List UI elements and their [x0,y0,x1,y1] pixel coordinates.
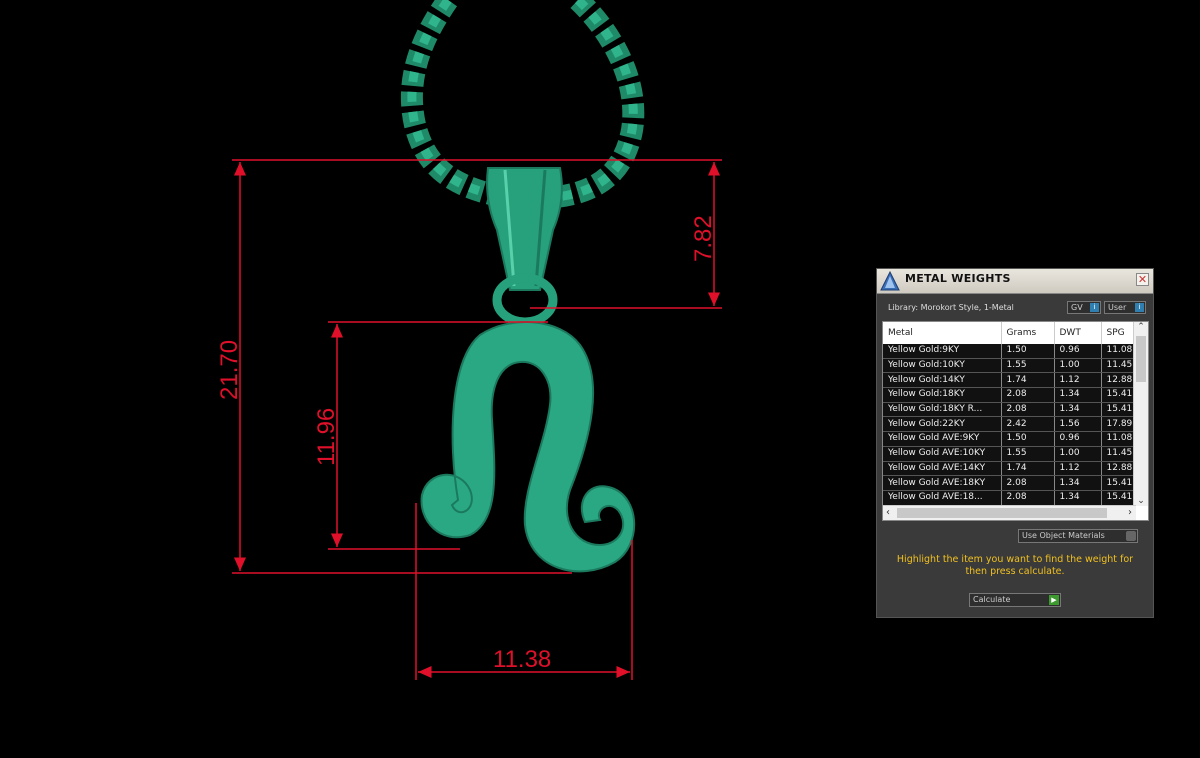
table-cell: 1.12 [1054,372,1102,389]
table-cell: 15.41 [1101,490,1135,506]
scroll-left-icon[interactable]: ‹ [886,506,890,519]
user-toggle[interactable]: User i [1104,301,1146,314]
table-cell: Yellow Gold AVE:9KY [883,431,1002,447]
table-row[interactable]: Yellow Gold:18KY R... 2.08 1.34 15.41 [883,402,1135,418]
table-row[interactable]: Yellow Gold:22KY 2.42 1.56 17.89 [883,416,1135,433]
metal-weights-panel: METAL WEIGHTS ✕ Library: Morokort Style,… [876,268,1154,618]
horizontal-scrollbar[interactable]: ‹ › [883,505,1136,520]
table-row[interactable]: Yellow Gold:9KY 1.50 0.96 11.08 [883,344,1135,359]
use-object-materials-label: Use Object Materials [1022,531,1105,540]
info-icon: i [1090,303,1099,312]
table-row[interactable]: Yellow Gold AVE:9KY 1.50 0.96 11.08 [883,431,1135,447]
table-cell: Yellow Gold AVE:10KY [883,446,1002,462]
leo-pendant [420,321,636,573]
table-cell: 0.96 [1054,344,1102,359]
table-cell: 12.88 [1101,461,1135,477]
column-header[interactable]: Metal [883,322,1002,344]
scroll-thumb[interactable] [897,508,1107,518]
table-cell: 1.34 [1054,475,1102,491]
instruction-text: Highlight the item you want to find the … [896,554,1134,577]
table-cell: 2.08 [1001,475,1055,491]
table-cell: 1.50 [1001,344,1055,359]
use-object-materials-toggle[interactable]: Use Object Materials [1018,529,1138,543]
table-cell: 1.00 [1054,358,1102,374]
table-cell: Yellow Gold:10KY [883,358,1002,374]
library-label: Library: Morokort Style, 1-Metal [888,303,1014,312]
table-cell: Yellow Gold:18KY [883,387,1002,403]
column-header[interactable]: Grams [1001,322,1055,344]
calculate-label: Calculate [973,595,1011,604]
dimension-pendant-width: 11.38 [493,646,551,673]
table-row[interactable]: Yellow Gold AVE:10KY 1.55 1.00 11.45 [883,446,1135,462]
scroll-up-icon[interactable]: ⌃ [1134,322,1148,332]
table-cell: 1.34 [1054,402,1102,418]
table-row[interactable]: Yellow Gold:14KY 1.74 1.12 12.88 [883,372,1135,389]
table-cell: 12.88 [1101,372,1135,389]
table-row[interactable]: Yellow Gold:10KY 1.55 1.00 11.45 [883,358,1135,374]
vertical-scrollbar[interactable]: ⌃ ⌄ [1133,322,1148,506]
scroll-down-icon[interactable]: ⌄ [1134,496,1148,506]
table-row[interactable]: Yellow Gold AVE:18... 2.08 1.34 15.41 [883,490,1135,506]
table-cell: 11.08 [1101,431,1135,447]
table-cell: Yellow Gold:18KY R... [883,402,1002,418]
matrix-logo-icon [880,270,900,291]
scroll-thumb[interactable] [1136,336,1146,382]
close-icon[interactable]: ✕ [1136,273,1149,286]
table-cell: 15.41 [1101,402,1135,418]
play-icon: ▶ [1049,595,1059,605]
table-cell: 0.96 [1054,431,1102,447]
panel-titlebar[interactable]: METAL WEIGHTS ✕ [877,269,1153,294]
column-header[interactable]: SPG [1101,322,1135,344]
table-cell: Yellow Gold AVE:18... [883,490,1002,506]
table-cell: 1.12 [1054,461,1102,477]
table-cell: Yellow Gold:22KY [883,416,1002,433]
dimension-bail-height: 7.82 [690,215,717,262]
table-row[interactable]: Yellow Gold AVE:18KY 2.08 1.34 15.41 [883,475,1135,491]
table-cell: 1.56 [1054,416,1102,433]
metal-table: Metal Grams DWT SPG Yellow Gold:9KY 1.50 0.96… [883,322,1135,506]
table-cell: 2.42 [1001,416,1055,433]
bail [486,167,563,327]
table-cell: 15.41 [1101,387,1135,403]
table-cell: 15.41 [1101,475,1135,491]
table-cell: 1.74 [1001,372,1055,389]
table-cell: 2.08 [1001,402,1055,418]
user-label: User [1108,303,1127,312]
dimension-total-height: 21.70 [216,340,243,400]
table-cell: 1.34 [1054,387,1102,403]
table-row[interactable]: Yellow Gold:18KY 2.08 1.34 15.41 [883,387,1135,403]
table-row[interactable]: Yellow Gold AVE:14KY 1.74 1.12 12.88 [883,461,1135,477]
metal-table-container[interactable]: Metal Grams DWT SPG Yellow Gold:9KY 1.50 0.96… [882,321,1149,521]
table-cell: Yellow Gold:9KY [883,344,1002,359]
dimension-pendant-height: 11.96 [313,408,340,466]
column-header[interactable]: DWT [1054,322,1102,344]
table-cell: 1.55 [1001,446,1055,462]
table-cell: 1.34 [1054,490,1102,506]
table-cell: 1.55 [1001,358,1055,374]
table-cell: 2.08 [1001,490,1055,506]
table-cell: 1.00 [1054,446,1102,462]
table-cell: 17.89 [1101,416,1135,433]
gv-label: GV [1071,303,1083,312]
scroll-right-icon[interactable]: › [1128,506,1132,519]
table-cell: 11.08 [1101,344,1135,359]
panel-title: METAL WEIGHTS [905,272,1011,285]
gv-toggle[interactable]: GV i [1067,301,1101,314]
table-cell: Yellow Gold AVE:14KY [883,461,1002,477]
info-icon: i [1135,303,1144,312]
calculate-button[interactable]: Calculate ▶ [969,593,1061,607]
table-cell: 2.08 [1001,387,1055,403]
table-cell: Yellow Gold AVE:18KY [883,475,1002,491]
table-cell: 11.45 [1101,358,1135,374]
table-cell: Yellow Gold:14KY [883,372,1002,389]
table-cell: 1.74 [1001,461,1055,477]
table-cell: 1.50 [1001,431,1055,447]
toggle-dot-icon [1126,531,1136,541]
table-cell: 11.45 [1101,446,1135,462]
